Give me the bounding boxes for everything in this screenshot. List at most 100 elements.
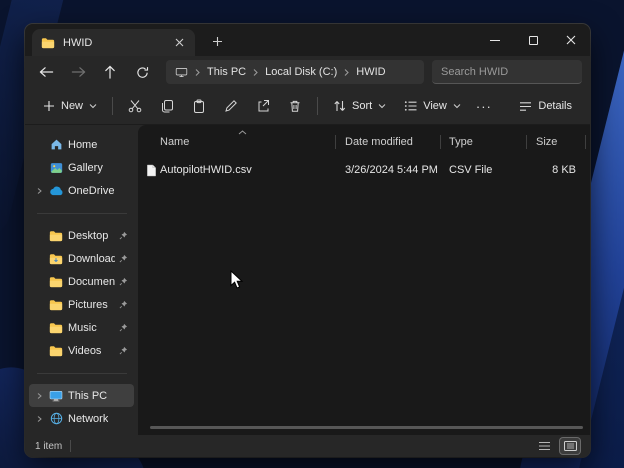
breadcrumb[interactable]: This PC Local Disk (C:) HWID xyxy=(166,60,424,84)
sidebar-item-gallery[interactable]: Gallery xyxy=(29,156,134,179)
document-icon xyxy=(146,164,157,177)
pin-icon xyxy=(119,346,128,355)
breadcrumb-local-disk[interactable]: Local Disk (C:) xyxy=(265,66,337,78)
file-row[interactable]: AutopilotHWID.csv 3/26/2024 5:44 PM CSV … xyxy=(138,159,590,181)
sidebar-item-label: Documents xyxy=(68,276,115,288)
column-header-name[interactable]: Name xyxy=(138,134,336,150)
breadcrumb-hwid[interactable]: HWID xyxy=(356,66,385,78)
cut-button[interactable] xyxy=(120,93,150,119)
file-type: CSV File xyxy=(441,162,527,178)
chevron-down-icon xyxy=(378,103,386,109)
maximize-button[interactable] xyxy=(514,24,552,56)
more-options-button[interactable]: ··· xyxy=(471,99,497,114)
view-button[interactable]: View xyxy=(396,94,469,118)
onedrive-cloud-icon xyxy=(48,186,64,196)
sort-button-label: Sort xyxy=(352,100,372,112)
toolbar-separator xyxy=(112,97,113,115)
delete-button[interactable] xyxy=(280,93,310,119)
expand-chevron-icon xyxy=(36,392,43,400)
search-input[interactable] xyxy=(432,60,582,84)
folder-icon xyxy=(48,299,64,311)
copy-icon xyxy=(160,99,174,113)
new-button[interactable]: New xyxy=(35,94,105,118)
close-button[interactable] xyxy=(552,24,590,56)
expand-chevron-icon xyxy=(36,415,43,423)
sidebar-item-desktop[interactable]: Desktop xyxy=(29,224,134,247)
column-headers: Name Date modified Type Size xyxy=(138,131,590,153)
view-toggles xyxy=(534,438,580,454)
view-icon xyxy=(404,100,417,112)
forward-button[interactable] xyxy=(70,66,86,78)
folder-icon xyxy=(48,276,64,288)
minimize-icon xyxy=(490,40,500,41)
back-button[interactable] xyxy=(38,66,54,78)
folder-icon xyxy=(48,253,64,265)
chevron-right-icon xyxy=(194,68,201,77)
copy-button[interactable] xyxy=(152,93,182,119)
details-pane-button[interactable]: Details xyxy=(511,94,580,118)
folder-icon xyxy=(48,345,64,357)
sidebar-item-home[interactable]: Home xyxy=(29,133,134,156)
sidebar-item-pictures[interactable]: Pictures xyxy=(29,293,134,316)
status-bar: 1 item xyxy=(25,435,590,457)
paste-icon xyxy=(192,99,206,113)
cut-icon xyxy=(128,99,142,113)
folder-icon xyxy=(48,322,64,334)
rename-button[interactable] xyxy=(216,93,246,119)
sidebar-item-onedrive[interactable]: OneDrive xyxy=(29,179,134,202)
tab-title: HWID xyxy=(63,37,92,49)
details-view-toggle[interactable] xyxy=(560,438,580,454)
sidebar-separator xyxy=(25,202,138,224)
chevron-right-icon xyxy=(343,68,350,77)
rename-icon xyxy=(224,99,238,113)
sidebar-item-label: Videos xyxy=(68,345,101,357)
tab-close-icon[interactable] xyxy=(171,35,187,51)
sidebar-item-videos[interactable]: Videos xyxy=(29,339,134,362)
explorer-tab[interactable]: HWID xyxy=(32,29,195,56)
window-controls xyxy=(476,24,590,56)
list-view-toggle[interactable] xyxy=(534,438,554,454)
details-button-label: Details xyxy=(538,100,572,112)
sidebar-item-label: Downloads xyxy=(68,253,115,265)
chevron-down-icon xyxy=(453,103,461,109)
close-icon xyxy=(566,35,576,45)
sidebar-item-label: Pictures xyxy=(68,299,108,311)
up-button[interactable] xyxy=(102,65,118,79)
navigation-bar: This PC Local Disk (C:) HWID xyxy=(25,56,590,88)
new-button-label: New xyxy=(61,100,83,112)
sidebar-separator xyxy=(25,362,138,384)
column-header-date-modified[interactable]: Date modified xyxy=(336,134,441,150)
breadcrumb-this-pc[interactable]: This PC xyxy=(207,66,246,78)
details-lines-icon xyxy=(519,101,532,112)
refresh-button[interactable] xyxy=(134,66,150,79)
file-name: AutopilotHWID.csv xyxy=(160,162,252,178)
sidebar-item-label: Network xyxy=(68,413,108,425)
sort-button[interactable]: Sort xyxy=(325,94,394,118)
file-date-modified: 3/26/2024 5:44 PM xyxy=(336,162,441,178)
sidebar-item-label: Home xyxy=(68,139,97,151)
share-button[interactable] xyxy=(248,93,278,119)
paste-button[interactable] xyxy=(184,93,214,119)
navigation-sidebar: Home Gallery OneDrive xyxy=(25,125,138,435)
minimize-button[interactable] xyxy=(476,24,514,56)
item-count: 1 item xyxy=(35,441,62,452)
view-button-label: View xyxy=(423,100,447,112)
sidebar-item-documents[interactable]: Documents xyxy=(29,270,134,293)
new-tab-button[interactable] xyxy=(209,33,225,49)
sort-ascending-icon xyxy=(238,130,247,135)
sidebar-item-music[interactable]: Music xyxy=(29,316,134,339)
sidebar-item-network[interactable]: Network xyxy=(29,407,134,430)
column-header-size[interactable]: Size xyxy=(527,134,586,150)
column-header-type[interactable]: Type xyxy=(441,134,527,150)
maximize-icon xyxy=(529,36,538,45)
sidebar-item-downloads[interactable]: Downloads xyxy=(29,247,134,270)
horizontal-scrollbar[interactable] xyxy=(150,426,583,429)
pin-icon xyxy=(119,277,128,286)
gallery-icon xyxy=(48,162,64,174)
sidebar-item-label: OneDrive xyxy=(68,185,114,197)
ellipsis-icon: ··· xyxy=(476,99,492,114)
toolbar-separator xyxy=(317,97,318,115)
plus-icon xyxy=(43,100,55,112)
share-icon xyxy=(256,99,270,113)
sidebar-item-this-pc[interactable]: This PC xyxy=(29,384,134,407)
